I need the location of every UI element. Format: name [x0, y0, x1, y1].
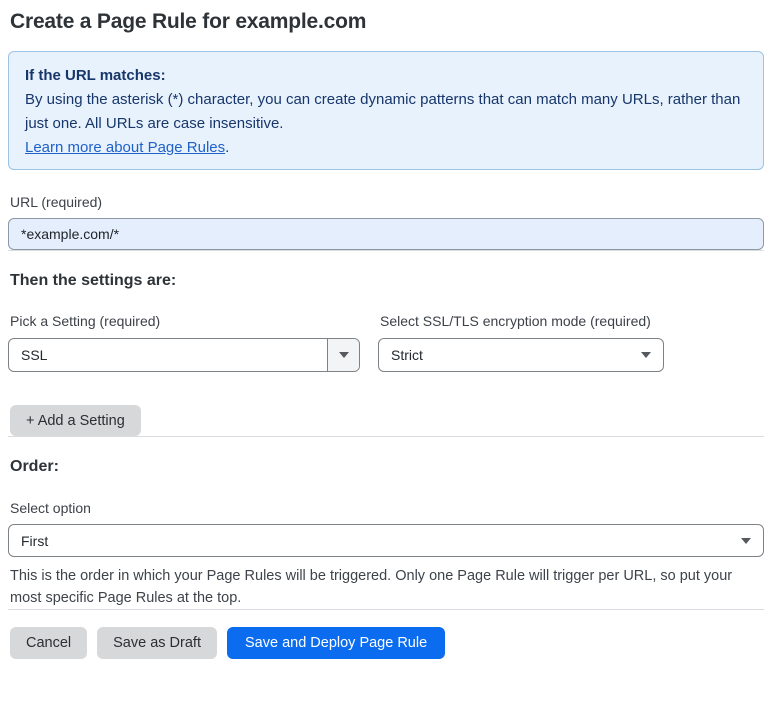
- url-input[interactable]: [8, 218, 764, 250]
- save-and-deploy-button[interactable]: Save and Deploy Page Rule: [226, 627, 446, 659]
- save-as-draft-button[interactable]: Save as Draft: [97, 627, 217, 659]
- ssl-mode-value: Strict: [391, 347, 423, 363]
- learn-more-link[interactable]: Learn more about Page Rules: [25, 139, 225, 156]
- link-suffix: .: [225, 139, 230, 156]
- order-help-text: This is the order in which your Page Rul…: [10, 568, 733, 606]
- order-section-heading: Order:: [10, 458, 59, 475]
- page-title: Create a Page Rule for example.com: [10, 10, 367, 33]
- info-box-heading: If the URL matches:: [25, 67, 166, 84]
- order-select-label: Select option: [10, 500, 91, 516]
- url-match-info-box: If the URL matches: By using the asteris…: [8, 51, 764, 170]
- setting-picker-label: Pick a Setting (required): [10, 313, 161, 329]
- divider: [8, 609, 764, 610]
- ssl-mode-select[interactable]: Strict: [378, 338, 664, 372]
- order-select[interactable]: First: [8, 524, 764, 557]
- chevron-down-icon: [741, 537, 751, 544]
- order-select-value: First: [21, 532, 49, 549]
- footer-actions: Cancel Save as Draft Save and Deploy Pag…: [8, 627, 764, 659]
- create-page-rule-form: Create a Page Rule for example.com If th…: [0, 0, 772, 659]
- cancel-button[interactable]: Cancel: [10, 627, 88, 659]
- settings-row: Pick a Setting (required) SSL Select SSL…: [8, 313, 764, 372]
- chevron-down-icon: [641, 352, 651, 358]
- settings-section-heading: Then the settings are:: [10, 272, 177, 289]
- ssl-mode-label: Select SSL/TLS encryption mode (required…: [380, 313, 651, 329]
- info-box-body: By using the asterisk (*) character, you…: [25, 91, 741, 132]
- info-box-link-row: Learn more about Page Rules.: [25, 136, 747, 160]
- divider: [8, 250, 764, 251]
- divider: [8, 436, 764, 437]
- url-field-label: URL (required): [10, 194, 103, 210]
- ssl-mode-column: Select SSL/TLS encryption mode (required…: [378, 313, 664, 372]
- setting-picker-arrow-button[interactable]: [327, 339, 359, 371]
- setting-picker-column: Pick a Setting (required) SSL: [8, 313, 360, 372]
- chevron-down-icon: [338, 352, 349, 358]
- setting-picker-select[interactable]: SSL: [8, 338, 360, 372]
- setting-picker-value: SSL: [21, 347, 48, 363]
- add-setting-button[interactable]: + Add a Setting: [10, 405, 141, 436]
